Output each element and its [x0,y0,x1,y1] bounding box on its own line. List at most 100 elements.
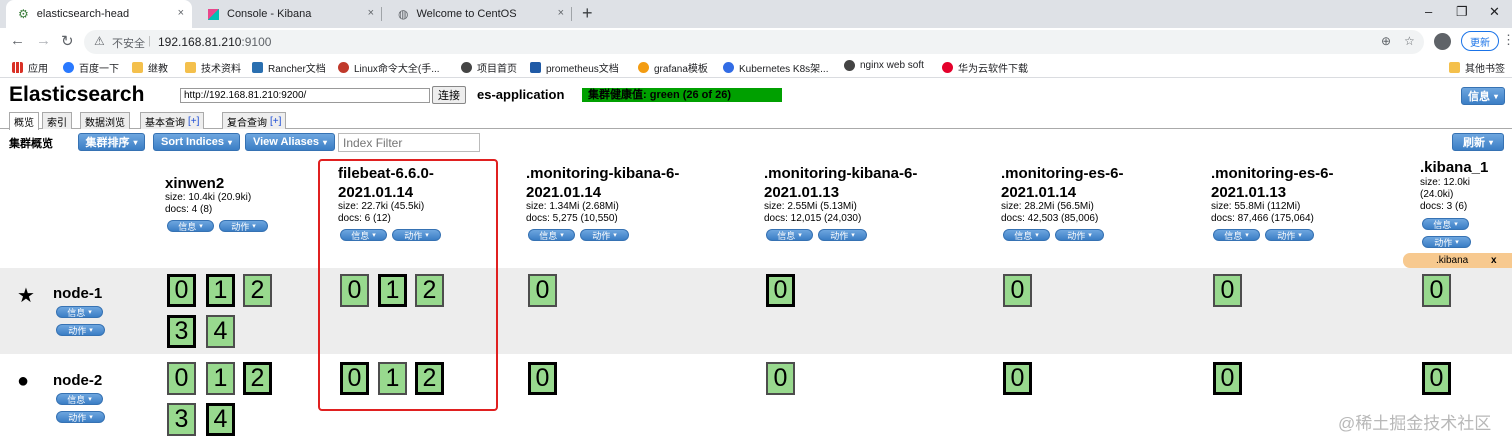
forward-icon[interactable]: → [36,32,51,49]
node-action-button[interactable]: 动作 ▾ [56,411,105,423]
index-name-monitoring-es-20210114: .monitoring-es-6- 2021.01.14 [1001,165,1124,201]
index-size: size: 10.4ki (20.9ki) [165,192,252,203]
index-size: size: 12.0ki [1420,177,1471,188]
profile-avatar-icon[interactable] [1434,33,1451,50]
menu-icon[interactable]: ⋮ [1502,32,1512,48]
index-info-button[interactable]: 信息 ▾ [1003,229,1050,241]
index-info-button[interactable]: 信息 ▾ [167,220,214,232]
tab-basic-query[interactable]: 基本查询 [+] [140,112,205,129]
close-window-icon[interactable]: ✕ [1489,4,1500,20]
info-menu-button[interactable]: 信息 ▾ [1461,87,1505,105]
caret-down-icon: ▾ [88,309,92,316]
index-info-button[interactable]: 信息 ▾ [766,229,813,241]
tab-indices[interactable]: 索引 [42,112,72,129]
shard-xinwen2-4[interactable]: 4 [206,315,235,348]
star-bookmark-icon[interactable]: ☆ [1404,34,1415,48]
bookmark-rancher[interactable]: Rancher文档 [252,60,326,75]
connect-button[interactable]: 连接 [432,86,466,104]
index-name-monitoring-kibana-20210114: .monitoring-kibana-6- 2021.01.14 [526,165,680,201]
shard-xinwen2-2[interactable]: 2 [243,362,272,395]
alias-close-icon[interactable]: x [1491,253,1497,268]
bookmark-linux[interactable]: Linux命令大全(手... [338,60,440,75]
bookmark-kubernetes[interactable]: Kubernetes K8s架... [723,60,829,75]
bookmark-apps[interactable]: 应用 [12,60,48,75]
shard-monitoring-kibana-13-0[interactable]: 0 [766,362,795,395]
document-icon [530,62,541,73]
index-info-button[interactable]: 信息 ▾ [528,229,575,241]
tab-close-icon[interactable]: × [368,7,374,19]
bookmark-baidu[interactable]: 百度一下 [63,60,119,75]
shard-monitoring-es-13-0[interactable]: 0 [1213,274,1242,307]
shard-monitoring-es-13-0[interactable]: 0 [1213,362,1242,395]
shard-kibana-1-0[interactable]: 0 [1422,362,1451,395]
tab-welcome-centos[interactable]: ◍ Welcome to CentOS × [386,0,572,28]
zoom-icon[interactable]: ⊕ [1381,34,1391,48]
bookmark-huawei[interactable]: 华为云软件下载 [942,60,1028,75]
bookmark-other[interactable]: 其他书签 [1449,60,1505,75]
shard-monitoring-kibana-14-0[interactable]: 0 [528,274,557,307]
globe-icon: ◍ [398,7,409,21]
node-info-button[interactable]: 信息 ▾ [56,393,103,405]
index-action-button[interactable]: 动作 ▾ [1265,229,1314,241]
shard-xinwen2-0[interactable]: 0 [167,274,196,307]
index-action-button[interactable]: 动作 ▾ [818,229,867,241]
restore-icon[interactable]: ❐ [1456,4,1468,20]
index-action-button[interactable]: 动作 ▾ [1055,229,1104,241]
new-tab-button[interactable]: + [582,3,593,24]
address-url[interactable]: 192.168.81.210:9100 [158,35,271,49]
address-bar[interactable]: ⚠ 不安全 | 192.168.81.210:9100 ⊕ ☆ [84,30,1424,54]
update-button[interactable]: 更新 [1461,31,1499,51]
shard-xinwen2-1[interactable]: 1 [206,274,235,307]
node-action-button[interactable]: 动作 ▾ [56,324,105,336]
tab-overview[interactable]: 概览 [9,112,39,130]
caret-down-icon: ▾ [1035,232,1039,239]
shard-kibana-1-0[interactable]: 0 [1422,274,1451,307]
cluster-sort-button[interactable]: 集群排序 ▾ [78,133,145,151]
kibana-favicon-icon [208,8,219,20]
sort-indices-button[interactable]: Sort Indices ▾ [153,133,240,151]
tab-browser[interactable]: 数据浏览 [80,112,130,129]
bookmark-project-home[interactable]: 项目首页 [461,60,517,75]
connect-url-input[interactable] [180,88,430,103]
tab-elasticsearch-head[interactable]: ⚙ elasticsearch-head × [6,0,192,28]
bookmark-jijiao[interactable]: 继教 [132,60,168,75]
tab-close-icon[interactable]: × [558,7,564,19]
shard-xinwen2-3[interactable]: 3 [167,403,196,436]
bookmark-tech-docs[interactable]: 技术资料 [185,60,241,75]
index-info-button[interactable]: 信息 ▾ [1213,229,1260,241]
master-star-icon: ★ [17,285,35,307]
index-info-button[interactable]: 信息 ▾ [1422,218,1469,230]
reload-icon[interactable]: ↻ [61,32,74,50]
view-aliases-button[interactable]: View Aliases ▾ [245,133,335,151]
caret-down-icon: ▾ [798,232,802,239]
bookmark-nginx[interactable]: nginx web soft [844,60,924,71]
minimize-icon[interactable]: – [1425,4,1432,19]
tab-close-icon[interactable]: × [178,7,184,19]
tab-console-kibana[interactable]: Console - Kibana × [196,0,382,28]
back-icon[interactable]: ← [10,32,25,49]
shard-xinwen2-2[interactable]: 2 [243,274,272,307]
index-action-button[interactable]: 动作 ▾ [219,220,268,232]
paw-icon [63,62,74,73]
browser-tab-bar: ⚙ elasticsearch-head × Console - Kibana … [0,0,1512,28]
caret-down-icon: ▾ [89,414,93,421]
shard-monitoring-kibana-14-0[interactable]: 0 [528,362,557,395]
shard-monitoring-kibana-13-0[interactable]: 0 [766,274,795,307]
node-info-button[interactable]: 信息 ▾ [56,306,103,318]
shard-xinwen2-3[interactable]: 3 [167,315,196,348]
shard-xinwen2-4[interactable]: 4 [206,403,235,436]
shard-xinwen2-0[interactable]: 0 [167,362,196,395]
tab-compound-query[interactable]: 复合查询 [+] [222,112,287,129]
folder-icon [1449,62,1460,73]
bookmark-prometheus[interactable]: prometheus文档 [530,60,619,75]
alias-tag[interactable]: .kibana x [1403,253,1512,268]
bookmark-grafana[interactable]: grafana模板 [638,60,708,75]
shard-monitoring-es-14-0[interactable]: 0 [1003,362,1032,395]
index-filter-input[interactable] [338,133,480,152]
index-action-button[interactable]: 动作 ▾ [1422,236,1471,248]
es-tab-bar: 概览 索引 数据浏览 基本查询 [+] 复合查询 [+] [0,112,1512,130]
shard-monitoring-es-14-0[interactable]: 0 [1003,274,1032,307]
shard-xinwen2-1[interactable]: 1 [206,362,235,395]
index-action-button[interactable]: 动作 ▾ [580,229,629,241]
refresh-button[interactable]: 刷新 ▾ [1452,133,1504,151]
